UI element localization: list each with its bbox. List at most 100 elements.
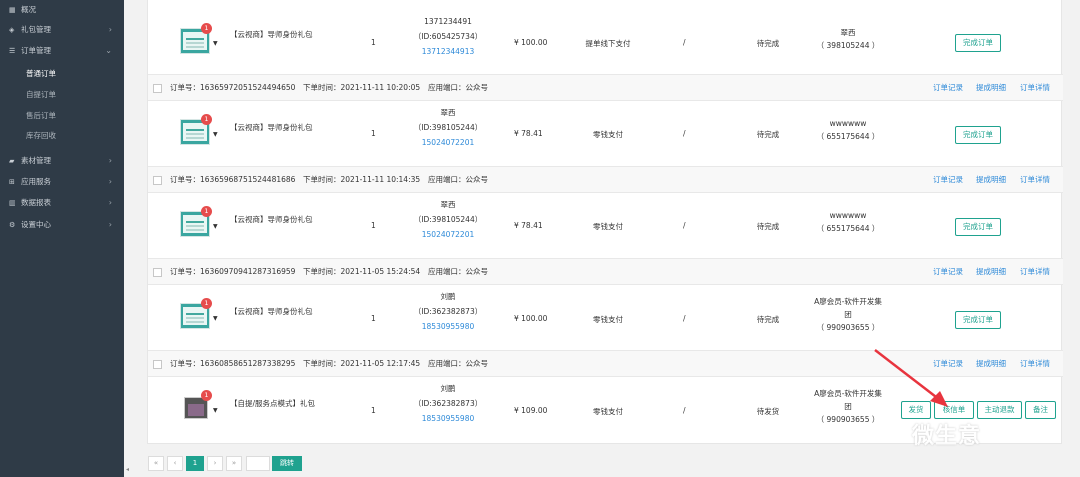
buyer-phone-link[interactable]: 18530955980 [398, 411, 498, 426]
sidebar-item-label: 订单管理 [21, 46, 51, 55]
payment-type: 提单线下支付 [585, 39, 631, 48]
referrer-name: A廖会员-软件开发集 [814, 297, 882, 306]
sidebar-item-label: 设置中心 [21, 220, 51, 229]
sidebar-item-material-management[interactable]: ▰ 素材管理 › [0, 151, 124, 171]
referrer-info: A廖会员-软件开发集 团 （ 990903655 ） [808, 295, 888, 334]
order-record-link[interactable]: 订单记录 [933, 167, 963, 193]
buyer-name: 翠西 [440, 108, 456, 117]
quantity-badge: 1 [201, 23, 212, 34]
apps-icon: ⊞ [9, 178, 15, 186]
quantity-badge: 1 [201, 206, 212, 217]
quantity-badge: 1 [201, 390, 212, 401]
referrer-name: wwwwww [829, 211, 867, 220]
order-record-link[interactable]: 订单记录 [933, 259, 963, 285]
order-detail-link[interactable]: 订单详情 [1020, 167, 1050, 193]
sidebar: ▦ 概况 ◈ 礼包管理 › ☰ 订单管理 ⌄ 普通订单 自提订单 售后订单 库存… [0, 0, 124, 477]
order-channel: 应用端口：公众号 [428, 267, 488, 276]
pagination-page-1[interactable]: 1 [186, 456, 204, 471]
caret-down-icon[interactable]: ▼ [213, 407, 218, 414]
pagination-last-button[interactable]: » [226, 456, 242, 471]
payment-type: 零钱支付 [593, 222, 623, 231]
caret-down-icon[interactable]: ▼ [213, 315, 218, 322]
caret-down-icon[interactable]: ▼ [213, 223, 218, 230]
buyer-phone-link[interactable]: 13712344913 [398, 44, 498, 59]
goto-page-button[interactable]: 跳转 [272, 456, 302, 471]
order-quantity: 1 [371, 314, 376, 323]
order-checkbox[interactable] [153, 360, 162, 369]
caret-down-icon[interactable]: ▼ [213, 40, 218, 47]
order-number: 订单号：16360970941287316959 [170, 267, 296, 276]
placeholder-slash: / [683, 129, 686, 138]
referrer-id: （ 990903655 ） [816, 323, 880, 332]
chevron-right-icon: › [108, 220, 112, 229]
sidebar-item-overview[interactable]: ▦ 概况 [0, 0, 124, 20]
product-name: 【云视商】导师身份礼包 [230, 30, 313, 39]
sidebar-item-gift-management[interactable]: ◈ 礼包管理 › [0, 20, 124, 40]
order-detail-link[interactable]: 订单详情 [1020, 351, 1050, 377]
referrer-id: （ 655175644 ） [816, 132, 880, 141]
remark-button[interactable]: 备注 [1025, 401, 1056, 419]
product-name: 【云视商】导师身份礼包 [230, 215, 313, 224]
sidebar-item-app-services[interactable]: ⊞ 应用服务 › [0, 172, 124, 192]
order-detail-link[interactable]: 订单详情 [1020, 75, 1050, 101]
sidebar-subitem-label: 售后订单 [26, 111, 56, 120]
placeholder-slash: / [683, 38, 686, 47]
buyer-phone-link[interactable]: 15024072201 [398, 135, 498, 150]
order-time: 下单时间：2021-11-11 10:20:05 [303, 83, 421, 92]
order-quantity: 1 [371, 221, 376, 230]
referrer-info: wwwwww （ 655175644 ） [808, 209, 888, 235]
order-channel: 应用端口：公众号 [428, 83, 488, 92]
order-checkbox[interactable] [153, 268, 162, 277]
product-name: 【自提/服务点模式】礼包 [230, 399, 316, 408]
sidebar-item-label: 概况 [21, 5, 36, 14]
complete-order-button[interactable]: 完成订单 [955, 34, 1001, 52]
sidebar-item-order-management[interactable]: ☰ 订单管理 ⌄ [0, 41, 124, 61]
order-price: ¥ 100.00 [514, 314, 548, 323]
scroll-left-arrow-icon[interactable]: ◂ [126, 466, 129, 473]
sidebar-item-label: 数据报表 [21, 198, 51, 207]
referrer-info: 翠西 （ 398105244 ） [808, 26, 888, 52]
sidebar-item-label: 应用服务 [21, 177, 51, 186]
complete-order-button[interactable]: 完成订单 [955, 126, 1001, 144]
page-number-input[interactable] [246, 456, 270, 471]
commission-detail-link[interactable]: 提成明细 [976, 75, 1006, 101]
chevron-right-icon: › [108, 198, 112, 207]
caret-down-icon[interactable]: ▼ [213, 131, 218, 138]
buyer-id: （ID:362382873） [413, 399, 483, 408]
complete-order-button[interactable]: 完成订单 [955, 311, 1001, 329]
buyer-phone-link[interactable]: 15024072201 [398, 227, 498, 242]
sidebar-item-label: 素材管理 [21, 156, 51, 165]
buyer-phone-link[interactable]: 18530955980 [398, 319, 498, 334]
buyer-id: （ID:398105244） [413, 123, 483, 132]
sidebar-subitem-stock-recycle[interactable]: 库存回收 [0, 126, 124, 146]
commission-detail-link[interactable]: 提成明细 [976, 351, 1006, 377]
sidebar-subitem-label: 自提订单 [26, 90, 56, 99]
sidebar-item-data-reports[interactable]: ▥ 数据报表 › [0, 193, 124, 213]
order-checkbox[interactable] [153, 176, 162, 185]
sidebar-subitem-pickup-orders[interactable]: 自提订单 [0, 85, 124, 105]
pagination-next-button[interactable]: › [207, 456, 223, 471]
order-checkbox[interactable] [153, 84, 162, 93]
complete-order-button[interactable]: 完成订单 [955, 218, 1001, 236]
sidebar-subitem-normal-orders[interactable]: 普通订单 [0, 64, 124, 84]
annotation-arrow-line [874, 349, 941, 401]
order-quantity: 1 [371, 129, 376, 138]
order-status: 待发货 [756, 407, 780, 416]
grid-icon: ▦ [9, 6, 16, 14]
commission-detail-link[interactable]: 提成明细 [976, 259, 1006, 285]
pagination-first-button[interactable]: « [148, 456, 164, 471]
order-detail-link[interactable]: 订单详情 [1020, 259, 1050, 285]
order-number: 订单号：16365972051524494650 [170, 83, 296, 92]
product-name: 【云视商】导师身份礼包 [230, 307, 313, 316]
pagination-prev-button[interactable]: ‹ [167, 456, 183, 471]
refund-button[interactable]: 主动退款 [977, 401, 1022, 419]
buyer-name: 刘鹏 [440, 384, 456, 393]
order-status: 待完成 [756, 315, 780, 324]
order-price: ¥ 109.00 [514, 406, 548, 415]
sidebar-item-settings[interactable]: ⚙ 设置中心 › [0, 215, 124, 235]
gift-icon: ◈ [9, 26, 15, 34]
sidebar-subitem-aftersale-orders[interactable]: 售后订单 [0, 106, 124, 126]
order-record-link[interactable]: 订单记录 [933, 75, 963, 101]
buyer-info: 1371234491 （ID:605425734） 13712344913 [398, 14, 498, 59]
commission-detail-link[interactable]: 提成明细 [976, 167, 1006, 193]
